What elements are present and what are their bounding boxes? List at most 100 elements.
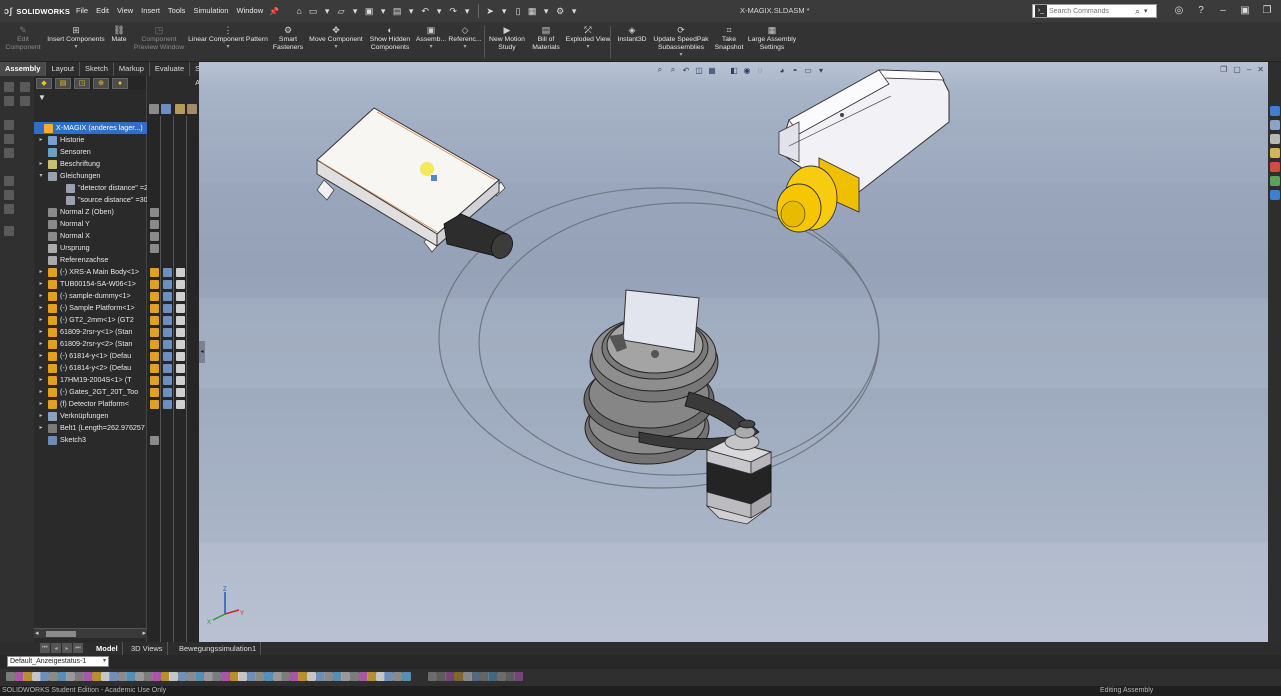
speedpak-button[interactable]: ⟳ Update SpeedPak Subassemblies ▾	[652, 22, 710, 62]
tree-node[interactable]: ▸ (-) XRS-A Main Body<1>	[34, 266, 147, 278]
select-icon[interactable]: ➤	[484, 5, 496, 17]
restore-icon[interactable]: ❐	[1261, 0, 1273, 22]
component-state-icon[interactable]	[150, 316, 159, 325]
component-state-icon[interactable]	[176, 352, 185, 361]
previous-view-icon[interactable]: ↶	[681, 65, 691, 75]
strip-tool-icon[interactable]	[4, 190, 14, 200]
tab-assembly[interactable]: Assembly	[0, 62, 47, 76]
tree-node[interactable]: ▸ (-) 61814-y<1> (Defau	[34, 350, 147, 362]
solidworks-resources-icon[interactable]	[1270, 106, 1280, 116]
bottom-tool-icon[interactable]	[92, 672, 101, 681]
edit-component-button[interactable]: ✎ Edit Component	[0, 22, 46, 62]
component-state-icon[interactable]	[176, 376, 185, 385]
component-state-icon[interactable]	[150, 328, 159, 337]
tree-node[interactable]: ▸ Belt1 (Length=262.976257	[34, 422, 147, 434]
options-gear-icon[interactable]: ⚙	[554, 5, 566, 17]
dropdown-icon[interactable]: ▾	[349, 5, 361, 17]
scrollbar-thumb[interactable]	[46, 631, 76, 637]
dynamic-annotation-icon[interactable]: ▦	[707, 65, 717, 75]
component-state-icon[interactable]	[150, 376, 159, 385]
open-icon[interactable]: ▱	[335, 5, 347, 17]
bottom-tool-icon[interactable]	[428, 672, 438, 681]
chevron-down-icon[interactable]: ▾	[334, 44, 337, 50]
bottom-tool-icon[interactable]	[471, 672, 481, 681]
menu-item-insert[interactable]: Insert	[137, 0, 164, 22]
strip-tool-icon[interactable]	[4, 96, 14, 106]
tree-node[interactable]: ▸ 61809-2rsr-y<2> (Stan	[34, 338, 147, 350]
tree-node[interactable]: ▸ 61809-2rsr-y<1> (Stan	[34, 326, 147, 338]
previous-tab-icon[interactable]: ◂	[51, 643, 61, 653]
menu-item-file[interactable]: File	[72, 0, 92, 22]
menu-item-simulation[interactable]: Simulation	[189, 0, 232, 22]
tab-layout[interactable]: Layout	[46, 62, 80, 76]
zoom-to-fit-icon[interactable]: ⌕	[655, 65, 665, 75]
appearances-icon[interactable]	[1270, 162, 1280, 172]
bottom-tool-icon[interactable]	[23, 672, 33, 681]
bottom-tool-icon[interactable]	[514, 672, 524, 681]
visibility-state-icon[interactable]	[150, 244, 159, 253]
component-state-icon[interactable]	[176, 268, 185, 277]
move-component-button[interactable]: ✥ Move Component ▾	[306, 22, 366, 62]
strip-tool-icon[interactable]	[4, 176, 14, 186]
next-tab-icon[interactable]: ▸	[62, 643, 72, 653]
column-header-icon[interactable]	[161, 104, 171, 114]
dropdown-icon[interactable]: ▾	[405, 5, 417, 17]
tab-model[interactable]: Model	[92, 642, 123, 655]
bottom-tool-icon[interactable]	[497, 672, 506, 681]
strip-tool-icon[interactable]	[4, 82, 14, 92]
solidworks-logo[interactable]: ↄʃ SOLIDWORKS	[0, 6, 70, 16]
help-icon[interactable]: ?	[1195, 0, 1207, 22]
component-state-icon[interactable]	[163, 328, 172, 337]
chevron-down-icon[interactable]: ▾	[679, 52, 682, 58]
tab-sketch[interactable]: Sketch	[80, 62, 114, 76]
dropdown-icon[interactable]: ▾	[377, 5, 389, 17]
component-state-icon[interactable]	[163, 292, 172, 301]
bottom-tool-icon[interactable]	[135, 672, 144, 681]
tree-node[interactable]: Ursprung	[34, 242, 147, 254]
component-state-icon[interactable]	[150, 364, 159, 373]
custom-properties-icon[interactable]	[1270, 176, 1280, 186]
linear-pattern-button[interactable]: ⋮ Linear Component Pattern ▾	[186, 22, 270, 62]
tree-node[interactable]: ▸ TUB00154-SA-W06<1>	[34, 278, 147, 290]
first-tab-icon[interactable]: ⏮	[40, 643, 50, 653]
component-state-icon[interactable]	[163, 304, 172, 313]
last-tab-icon[interactable]: ⏭	[73, 643, 83, 653]
visibility-state-icon[interactable]	[150, 436, 159, 445]
hide-show-icon[interactable]: ◌	[755, 65, 765, 75]
expand-toggle-icon[interactable]: ▸	[38, 362, 44, 374]
expand-toggle-icon[interactable]: ▸	[38, 338, 44, 350]
visibility-state-icon[interactable]	[150, 232, 159, 241]
assembly-features-button[interactable]: ▣ Assemb... ▾	[416, 22, 446, 62]
scroll-left-icon[interactable]: ◂	[35, 629, 39, 637]
tree-horizontal-scrollbar[interactable]: ◂ ▸	[34, 628, 147, 638]
tree-node[interactable]: ▸ (-) GT2_2mm<1> (GT2	[34, 314, 147, 326]
strip-tool-icon[interactable]	[4, 120, 14, 130]
search-icon[interactable]: ⌕	[1135, 6, 1140, 17]
expand-toggle-icon[interactable]: ▸	[38, 134, 44, 146]
tree-node[interactable]: ▸ (f) Detector Platform<	[34, 398, 147, 410]
component-state-icon[interactable]	[150, 280, 159, 289]
component-preview-button[interactable]: ◳ Component Preview Window	[132, 22, 186, 62]
viewport-tile-icon[interactable]: ▢	[1233, 65, 1241, 74]
zoom-to-area-icon[interactable]: ⌕	[668, 65, 678, 75]
expand-toggle-icon[interactable]: ▸	[38, 386, 44, 398]
component-state-icon[interactable]	[150, 352, 159, 361]
configurationmanager-tab-icon[interactable]: ◳	[74, 77, 90, 89]
bottom-tool-icon[interactable]	[152, 672, 162, 681]
component-state-icon[interactable]	[150, 400, 159, 409]
bom-button[interactable]: ▤ Bill of Materials	[528, 22, 564, 62]
assembly-model[interactable]: Z Y X	[199, 62, 1268, 642]
display-manager-tab-icon[interactable]: ●	[112, 77, 128, 89]
component-state-icon[interactable]	[176, 364, 185, 373]
section-view-icon[interactable]: ◫	[694, 65, 704, 75]
visibility-state-icon[interactable]	[150, 220, 159, 229]
strip-tool-icon[interactable]	[20, 82, 30, 92]
propertymanager-tab-icon[interactable]: ▤	[55, 77, 71, 89]
motion-study-button[interactable]: ▶ New Motion Study	[486, 22, 528, 62]
bottom-tool-icon[interactable]	[109, 672, 119, 681]
bottom-tool-icon[interactable]	[393, 672, 402, 681]
strip-tool-icon[interactable]	[20, 96, 30, 106]
expand-toggle-icon[interactable]: ▸	[38, 398, 44, 410]
tree-node[interactable]: ▸ Verknüpfungen	[34, 410, 147, 422]
mate-button[interactable]: ⛓ Mate	[106, 22, 132, 62]
